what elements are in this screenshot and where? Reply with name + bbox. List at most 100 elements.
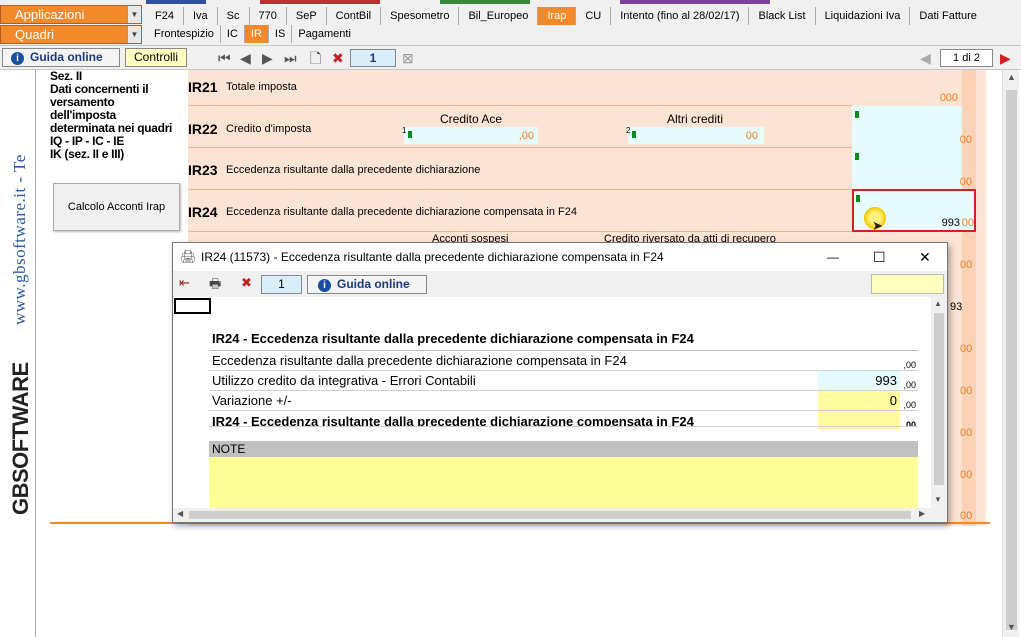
ir24-detail-dialog: 🖨 IR24 (11573) - Eccedenza risultante da… bbox=[172, 242, 948, 523]
chevron-down-icon[interactable]: ▼ bbox=[127, 26, 141, 43]
row-label: Eccedenza risultante dalla precedente di… bbox=[212, 353, 627, 368]
ir21-value-field[interactable]: 0 00 bbox=[852, 70, 962, 106]
row-desc: Credito d'imposta bbox=[226, 123, 312, 135]
dialog-titlebar[interactable]: 🖨 IR24 (11573) - Eccedenza risultante da… bbox=[173, 243, 947, 271]
note-header: NOTE bbox=[209, 441, 918, 457]
scroll-thumb[interactable] bbox=[934, 313, 944, 485]
minimize-button[interactable]: — bbox=[827, 243, 839, 271]
cursor-icon: ➤ bbox=[872, 218, 883, 233]
scroll-thumb[interactable] bbox=[1006, 90, 1017, 630]
tab-f24[interactable]: F24 bbox=[146, 7, 184, 25]
dialog-page-field[interactable]: 1 bbox=[261, 275, 302, 294]
row-ir21: IR21 Totale imposta bbox=[188, 70, 852, 106]
top-color-stripe bbox=[620, 0, 770, 4]
new-page-icon[interactable]: 🗋 bbox=[310, 50, 321, 66]
table-row: Variazione +/- ,00 bbox=[209, 391, 918, 430]
page-counter: 1 di 2 bbox=[940, 49, 993, 67]
quadri-label: Quadri bbox=[15, 27, 55, 42]
row-ir23: IR23 Eccedenza risultante dalla preceden… bbox=[188, 148, 852, 190]
dialog-toolbar: ⇤ 🖶 ✖ 1 i Guida online bbox=[173, 271, 947, 297]
next-arrow-icon[interactable]: ▶ bbox=[1000, 50, 1011, 66]
ir24-dec: 00 bbox=[961, 217, 974, 229]
tab-intento[interactable]: Intento (fino al 28/02/17) bbox=[611, 7, 750, 25]
scroll-up-icon[interactable]: ▲ bbox=[934, 299, 942, 308]
brand-strip: www.gbsoftware.it - Te GBSOFTWARE bbox=[6, 70, 36, 637]
subtab-pagamenti[interactable]: Pagamenti bbox=[292, 25, 357, 43]
gb-logo: GBSOFTWARE bbox=[8, 362, 33, 515]
ir22-dec: 00 bbox=[959, 134, 972, 146]
page-number-field[interactable]: 1 bbox=[350, 49, 396, 67]
delete-icon[interactable]: ✖ bbox=[241, 275, 252, 291]
focus-cell[interactable] bbox=[174, 298, 211, 314]
subtab-frontespizio[interactable]: Frontespizio bbox=[148, 25, 221, 43]
subtab-is[interactable]: IS bbox=[269, 25, 293, 43]
tab-bil-europeo[interactable]: Bil_Europeo bbox=[459, 7, 539, 25]
scroll-left-icon[interactable]: ◀ bbox=[177, 509, 183, 518]
scroll-down-icon[interactable]: ▼ bbox=[934, 495, 942, 504]
scroll-down-icon[interactable]: ▼ bbox=[1007, 622, 1016, 632]
note-textarea[interactable] bbox=[209, 457, 918, 508]
tab-dati-fatture[interactable]: Dati Fatture bbox=[910, 7, 985, 25]
delete-page-icon[interactable]: ✖ bbox=[332, 50, 344, 66]
main-scrollbar[interactable]: ▲ ▼ bbox=[1002, 70, 1019, 637]
tab-contbil[interactable]: ContBil bbox=[327, 7, 382, 25]
calcolo-acconti-button[interactable]: Calcolo Acconti Irap bbox=[53, 183, 180, 231]
chevron-down-icon[interactable]: ▼ bbox=[127, 6, 141, 23]
row-desc: Totale imposta bbox=[226, 81, 297, 93]
right-value: 00 bbox=[960, 510, 973, 522]
prev-page-icon[interactable]: ◀ bbox=[240, 50, 251, 66]
scroll-thumb[interactable] bbox=[189, 511, 911, 519]
dialog-heading: IR24 - Eccedenza risultante dalla preced… bbox=[212, 331, 694, 346]
ir24-value-field[interactable]: ➤ 993 00 bbox=[852, 189, 976, 233]
dialog-guida-online-button[interactable]: i Guida online bbox=[307, 275, 427, 294]
tab-irap[interactable]: Irap bbox=[538, 7, 577, 25]
quadri-dropdown[interactable]: Quadri ▼ bbox=[0, 25, 142, 44]
scroll-up-icon[interactable]: ▲ bbox=[1007, 72, 1016, 82]
total-label: IR24 - Eccedenza risultante dalla preced… bbox=[212, 414, 694, 427]
applicazioni-dropdown[interactable]: Applicazioni ▼ bbox=[0, 5, 142, 24]
right-value: 00 bbox=[960, 385, 973, 397]
tab-spesometro[interactable]: Spesometro bbox=[381, 7, 460, 25]
tab-liquidazioni-iva[interactable]: Liquidazioni Iva bbox=[816, 7, 911, 25]
altri-crediti-field[interactable]: 2 00 bbox=[626, 126, 764, 144]
subtab-ir[interactable]: IR bbox=[244, 25, 269, 43]
tab-iva[interactable]: Iva bbox=[184, 7, 218, 25]
row-code: IR23 bbox=[188, 162, 218, 178]
exit-icon[interactable]: ⇤ bbox=[179, 275, 190, 291]
next-page-icon[interactable]: ▶ bbox=[262, 50, 273, 66]
remove-icon[interactable]: ⊠ bbox=[402, 50, 414, 66]
scroll-right-icon[interactable]: ▶ bbox=[919, 509, 925, 518]
dialog-vscrollbar[interactable]: ▲ ▼ bbox=[931, 297, 947, 508]
row-code: IR22 bbox=[188, 121, 218, 137]
guida-online-button[interactable]: i Guida online bbox=[2, 48, 120, 67]
toolbar: i Guida online Controlli ⏮ ◀ ▶ ⏭ 🗋 ✖ 1 ⊠ … bbox=[0, 46, 1021, 70]
tab-black-list[interactable]: Black List bbox=[749, 7, 816, 25]
row-desc: Eccedenza risultante dalla precedente di… bbox=[226, 206, 577, 218]
dialog-status-field[interactable] bbox=[871, 274, 944, 294]
dialog-hscrollbar[interactable]: ◀ ▶ bbox=[173, 508, 931, 522]
controlli-button[interactable]: Controlli bbox=[125, 48, 187, 67]
tab-770[interactable]: 770 bbox=[250, 7, 287, 25]
row-desc: Eccedenza risultante dalla precedente di… bbox=[226, 164, 481, 176]
row-label: Utilizzo credito da integrativa - Errori… bbox=[212, 373, 476, 388]
first-page-icon[interactable]: ⏮ bbox=[218, 50, 231, 66]
close-button[interactable]: ✕ bbox=[919, 243, 931, 271]
print-icon[interactable]: 🖶 bbox=[209, 275, 221, 297]
guida-online-label: Guida online bbox=[30, 50, 103, 64]
ir24-value: 993 bbox=[941, 217, 960, 229]
credito-ace-field[interactable]: 1 ,00 bbox=[402, 126, 538, 144]
ir22-value-field[interactable]: 00 bbox=[852, 106, 972, 148]
guida-label: Guida online bbox=[337, 277, 410, 291]
field-marker bbox=[855, 153, 859, 160]
tab-cu[interactable]: CU bbox=[576, 7, 612, 25]
altri-crediti-dec: 00 bbox=[745, 130, 758, 142]
tab-sc[interactable]: Sc bbox=[218, 7, 250, 25]
right-value: 00 bbox=[960, 343, 973, 355]
maximize-button[interactable]: ☐ bbox=[873, 243, 886, 271]
last-page-icon[interactable]: ⏭ bbox=[284, 50, 297, 66]
tab-sep[interactable]: SeP bbox=[287, 7, 327, 25]
prev-arrow-icon[interactable]: ◀ bbox=[920, 50, 931, 66]
subtab-ic[interactable]: IC bbox=[221, 25, 245, 43]
ir23-value-field[interactable]: 00 bbox=[852, 148, 972, 190]
right-value: 00 bbox=[960, 259, 973, 271]
